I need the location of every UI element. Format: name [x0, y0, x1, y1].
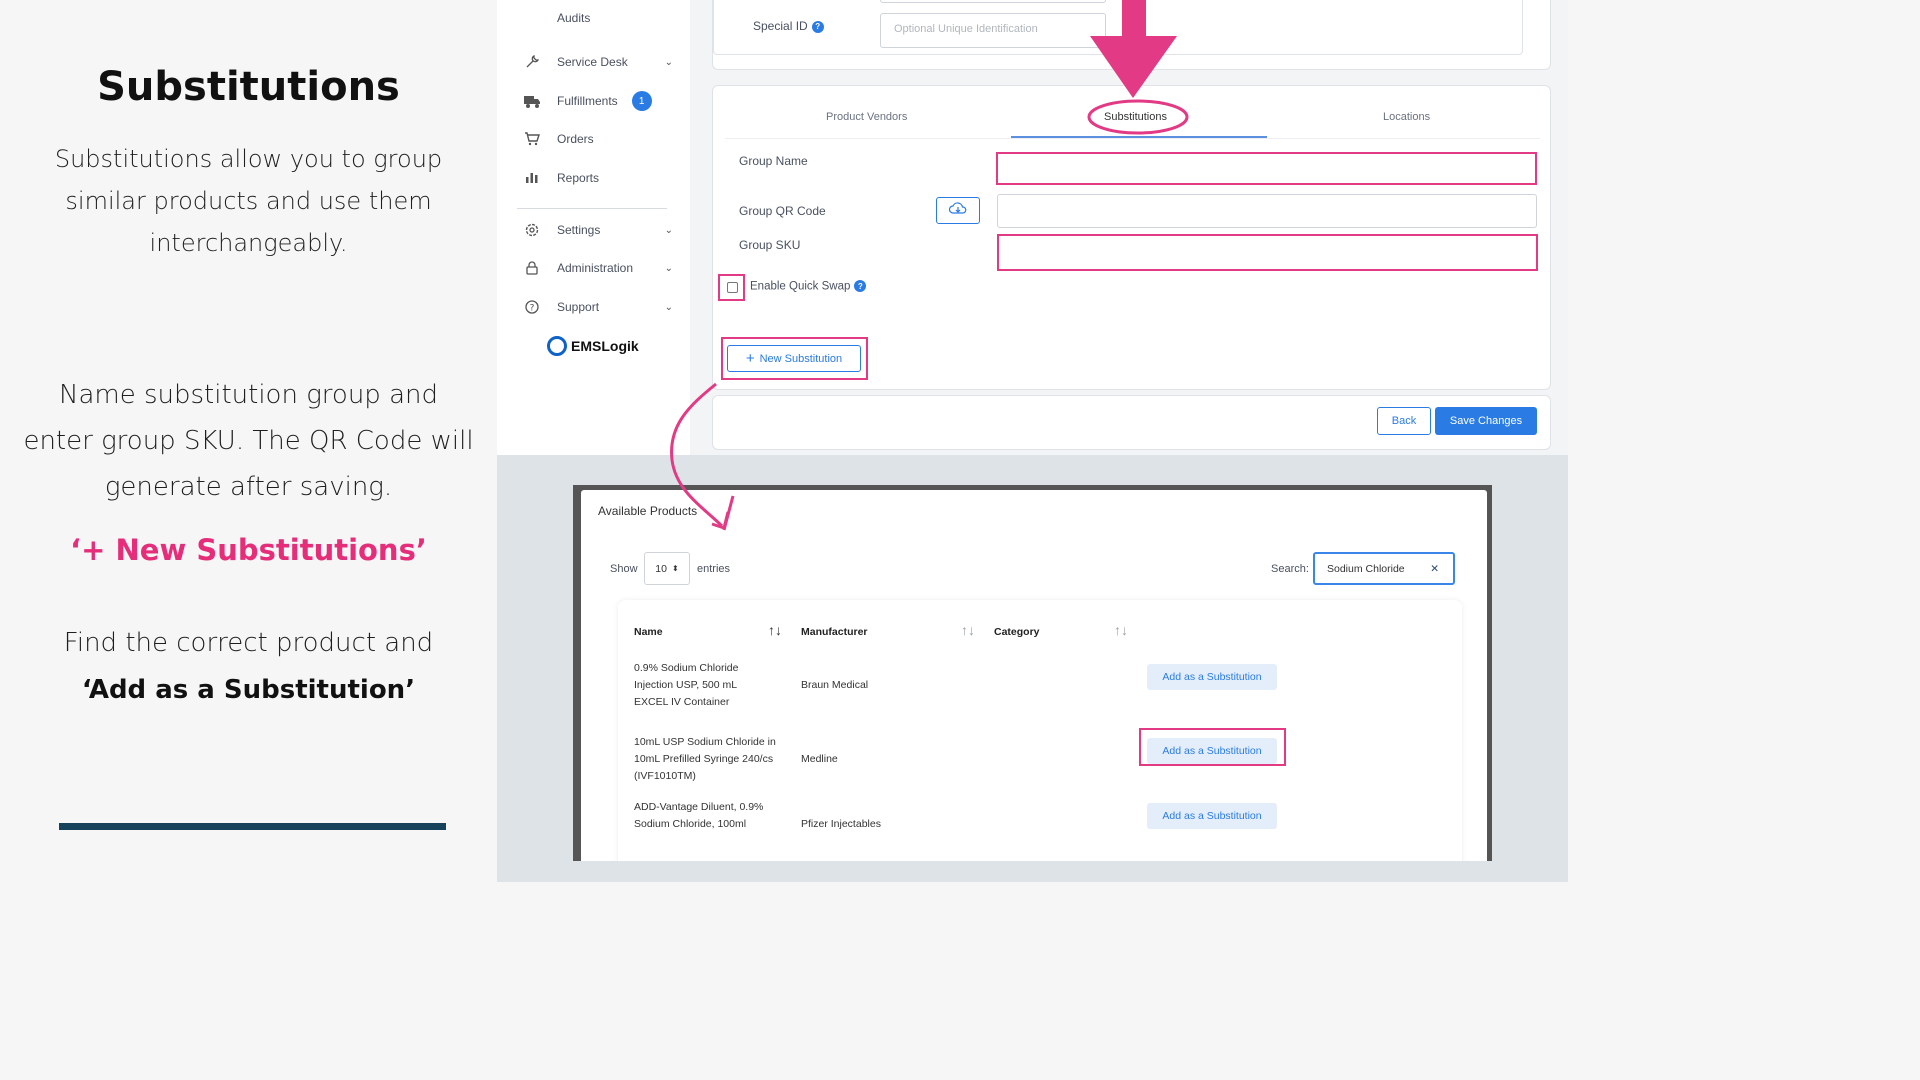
- special-id-input[interactable]: Optional Unique Identification: [880, 13, 1106, 48]
- tab-separator: [725, 138, 1540, 139]
- group-sku-input[interactable]: [997, 234, 1538, 271]
- tab-product-vendors[interactable]: Product Vendors: [826, 111, 907, 123]
- chevron-down-icon: ⌄: [664, 224, 673, 236]
- products-table: Name ↑↓ Manufacturer ↑↓ Category ↑↓ 0.9%…: [618, 600, 1462, 861]
- instruction-panel: Substitutions Substitutions allow you to…: [0, 0, 497, 882]
- product-details-card: Special ID? Optional Unique Identificati…: [712, 0, 1551, 70]
- help-icon: ?: [523, 298, 541, 316]
- svg-text:?: ?: [530, 304, 535, 314]
- sort-icon[interactable]: ↑↓: [1114, 622, 1128, 638]
- table-row-name: 10mL USP Sodium Chloride in 10mL Prefill…: [634, 736, 776, 782]
- search-label: Search:: [1271, 563, 1309, 575]
- sidebar-item-label: Fulfillments: [557, 94, 618, 108]
- details-inner-box: [713, 0, 1523, 55]
- entries-select[interactable]: 10 ⬍: [644, 552, 690, 585]
- step3-text: Find the correct product and ‘Add as a S…: [0, 620, 497, 714]
- gear-icon: [523, 221, 541, 239]
- wrench-icon: [523, 53, 541, 71]
- chevron-down-icon: ⌄: [664, 262, 673, 274]
- sidebar-item-reports[interactable]: Reports: [523, 166, 673, 190]
- table-row-manufacturer: Braun Medical: [801, 679, 869, 691]
- search-input[interactable]: Sodium Chloride ✕: [1313, 552, 1455, 585]
- sidebar-item-orders[interactable]: Orders: [523, 127, 673, 151]
- sort-icon[interactable]: ↑↓: [961, 622, 975, 638]
- info-icon[interactable]: ?: [811, 20, 824, 33]
- sidebar-divider: [517, 208, 667, 209]
- page-title: Substitutions: [97, 64, 400, 110]
- table-row-manufacturer: Medline: [801, 753, 838, 765]
- column-header-category[interactable]: Category: [994, 626, 1040, 638]
- sidebar-item-label: Support: [557, 300, 600, 314]
- show-label: Show: [610, 563, 638, 575]
- entries-label: entries: [697, 563, 731, 575]
- table-row-name: ADD-Vantage Diluent, 0.9% Sodium Chlorid…: [634, 801, 764, 830]
- sort-toggle-icon: ⬍: [671, 564, 679, 573]
- sidebar-item-fulfillments[interactable]: Fulfillments 1: [523, 89, 673, 113]
- available-products-modal: Available Products Show 10 ⬍ entries Sea…: [581, 490, 1487, 861]
- sidebar: Audits Service Desk ⌄ Fulfillments 1 Ord…: [497, 0, 690, 455]
- sidebar-item-support[interactable]: ? Support ⌄: [523, 295, 673, 319]
- add-as-substitution-button[interactable]: Add as a Substitution: [1147, 738, 1277, 764]
- step3-action: ‘Add as a Substitution’: [81, 675, 416, 705]
- save-changes-button[interactable]: Save Changes: [1435, 407, 1537, 435]
- info-icon[interactable]: ?: [854, 280, 867, 292]
- group-name-label: Group Name: [739, 154, 808, 168]
- logo-icon: [547, 336, 567, 356]
- quick-swap-label: Enable Quick Swap?: [750, 280, 867, 293]
- notification-badge: 1: [631, 91, 652, 111]
- substitutions-card: Product Vendors Substitutions Locations …: [712, 85, 1551, 390]
- bar-chart-icon: [523, 169, 541, 187]
- clear-search-icon[interactable]: ✕: [1430, 563, 1439, 575]
- table-row-name: 0.9% Sodium Chloride Injection USP, 500 …: [634, 662, 739, 708]
- modal-title: Available Products: [598, 504, 698, 518]
- sidebar-item-label: Service Desk: [557, 55, 628, 69]
- group-sku-label: Group SKU: [739, 238, 801, 252]
- available-products-screenshot: Available Products Show 10 ⬍ entries Sea…: [573, 485, 1492, 861]
- add-as-substitution-button[interactable]: Add as a Substitution: [1147, 664, 1277, 690]
- plus-icon: +: [745, 350, 755, 367]
- cloud-download-icon: [948, 202, 967, 219]
- form-footer: Back Save Changes: [712, 395, 1551, 450]
- step1-text: Name substitution group and enter group …: [23, 380, 474, 502]
- cart-icon: [523, 130, 541, 148]
- add-as-substitution-button[interactable]: Add as a Substitution: [1147, 803, 1277, 829]
- sidebar-item-label: Orders: [557, 132, 594, 146]
- lock-icon: [523, 259, 541, 277]
- logo-text: EMSLogik: [571, 338, 639, 354]
- sidebar-item-label: Settings: [557, 223, 601, 237]
- special-id-label: Special ID?: [753, 19, 824, 33]
- group-qr-field: [997, 194, 1537, 228]
- tab-locations[interactable]: Locations: [1383, 111, 1430, 123]
- sort-icon[interactable]: ↑↓: [768, 622, 782, 638]
- product-edit-screenshot: Audits Service Desk ⌄ Fulfillments 1 Ord…: [497, 0, 1568, 455]
- download-qr-button[interactable]: [936, 197, 980, 224]
- intro-text: Substitutions allow you to group similar…: [54, 145, 443, 257]
- step2-text: ‘+ New Substitutions’: [70, 533, 427, 567]
- sidebar-item-audits[interactable]: Audits: [523, 6, 673, 30]
- emslogik-logo: EMSLogik: [547, 336, 639, 356]
- quick-swap-checkbox[interactable]: [727, 282, 738, 293]
- truck-icon: [523, 92, 541, 110]
- previous-field[interactable]: [880, 0, 1106, 3]
- sidebar-item-settings[interactable]: Settings ⌄: [523, 218, 673, 242]
- new-substitution-button[interactable]: + New Substitution: [727, 345, 861, 372]
- sidebar-item-service-desk[interactable]: Service Desk ⌄: [523, 50, 673, 74]
- group-name-input[interactable]: [996, 152, 1537, 185]
- table-row-manufacturer: Pfizer Injectables: [801, 818, 881, 830]
- chevron-down-icon: ⌄: [664, 56, 673, 68]
- tab-substitutions[interactable]: Substitutions: [1104, 111, 1167, 123]
- sidebar-item-label: Audits: [557, 11, 591, 25]
- sidebar-item-label: Reports: [557, 171, 600, 185]
- sidebar-item-administration[interactable]: Administration ⌄: [523, 256, 673, 280]
- divider-bar: [59, 823, 446, 830]
- column-header-name[interactable]: Name: [634, 626, 663, 638]
- sidebar-item-label: Administration: [557, 261, 634, 275]
- main-content: Special ID? Optional Unique Identificati…: [690, 0, 1568, 455]
- group-qr-label: Group QR Code: [739, 204, 826, 218]
- back-button[interactable]: Back: [1377, 407, 1431, 435]
- step3-prefix: Find the correct product and: [63, 628, 434, 658]
- column-header-manufacturer[interactable]: Manufacturer: [801, 626, 868, 638]
- chevron-down-icon: ⌄: [664, 301, 673, 313]
- active-tab-indicator: [1011, 136, 1267, 138]
